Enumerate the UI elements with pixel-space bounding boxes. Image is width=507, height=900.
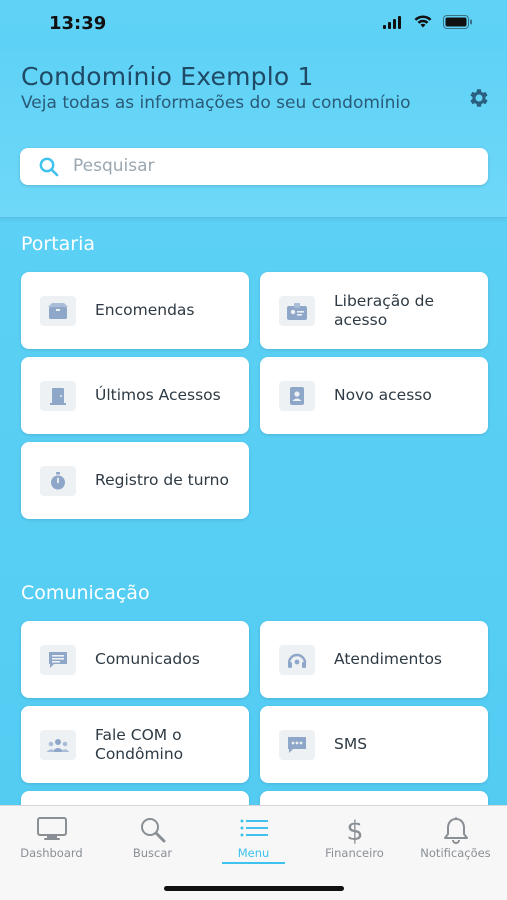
search-icon [38,156,60,178]
card-label: Novo acesso [334,386,432,404]
cellular-signal-icon [383,15,403,34]
card-label: Atendimentos [334,650,443,668]
contact-card-icon [279,381,315,411]
card-ultimos-acessos[interactable]: Últimos Acessos [21,357,249,434]
header: Condomínio Exemplo 1 Veja todas as infor… [0,50,507,218]
access-badge-icon [279,296,315,326]
tab-menu[interactable]: Menu [203,806,304,876]
tab-label: Financeiro [325,846,384,860]
card-novo-acesso[interactable]: Novo acesso [260,357,488,434]
door-icon [40,381,76,411]
status-time: 13:39 [49,13,107,34]
card-label: Encomendas [95,301,195,319]
section-title-comunicacao: Comunicação [21,582,150,604]
bell-icon [439,816,473,844]
tab-label: Buscar [132,846,173,860]
card-comunicados[interactable]: Comunicados [21,621,249,698]
card-label: Fale COM o Condômino [95,725,184,763]
app-screen: 13:39 Condomínio Exemplo 1 Veja todas as… [0,0,507,900]
support-icon [279,645,315,675]
tab-label: Notificações [420,846,491,860]
gear-icon[interactable] [467,86,491,110]
page-subtitle: Veja todas as informações do seu condomí… [21,93,411,113]
tab-notificacoes[interactable]: Notificações [405,806,506,876]
group-icon [40,730,76,760]
card-label: Registro de turno [95,471,229,489]
sms-icon [279,730,315,760]
card-label: Últimos Acessos [95,386,221,404]
card-label: Liberação de acesso [334,291,434,329]
home-indicator[interactable] [164,886,344,891]
tab-dashboard[interactable]: Dashboard [1,806,102,876]
search-icon [136,816,170,844]
package-icon [40,296,76,326]
dollar-icon: $ [338,816,372,844]
card-encomendas[interactable]: Encomendas [21,272,249,349]
tab-label: Menu [237,846,270,860]
menu-icon [237,816,271,844]
card-registro-de-turno[interactable]: Registro de turno [21,442,249,519]
card-sms[interactable]: SMS [260,706,488,783]
message-icon [40,645,76,675]
wifi-icon [413,14,433,34]
card-label: SMS [334,735,368,753]
card-liberacao-de-acesso[interactable]: Liberação de acesso [260,272,488,349]
battery-icon [443,14,473,34]
page-title: Condomínio Exemplo 1 [21,62,314,91]
section-title-portaria: Portaria [21,233,96,255]
tab-buscar[interactable]: Buscar [102,806,203,876]
monitor-icon [35,816,69,844]
card-fale-com-o-condomino[interactable]: Fale COM o Condômino [21,706,249,783]
tab-financeiro[interactable]: $ Financeiro [304,806,405,876]
tab-label: Dashboard [20,846,83,860]
svg-text:$: $ [346,816,363,844]
card-atendimentos[interactable]: Atendimentos [260,621,488,698]
search-placeholder: Pesquisar [73,156,155,176]
card-label: Comunicados [95,650,200,668]
status-bar: 13:39 [0,0,507,50]
search-input[interactable]: Pesquisar [20,148,488,185]
stopwatch-icon [40,466,76,496]
active-tab-indicator [222,862,285,864]
